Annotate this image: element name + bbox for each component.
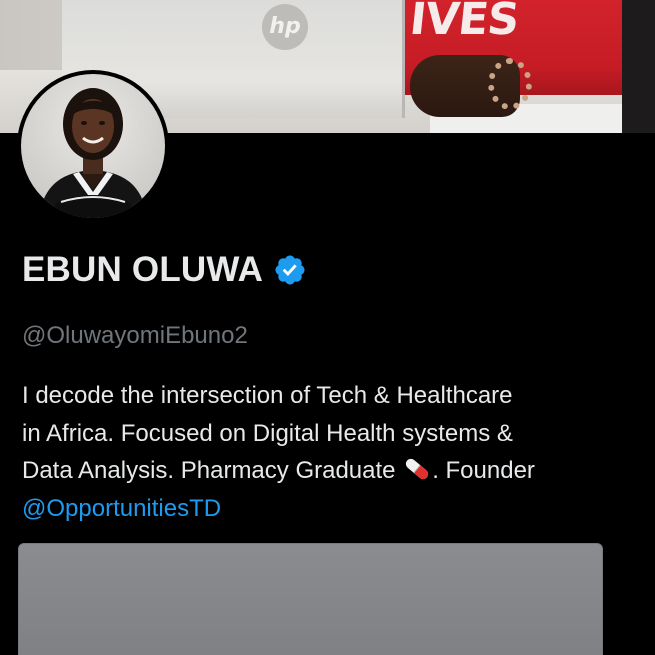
pinned-media-card[interactable] xyxy=(18,543,603,655)
bio-line-1: I decode the intersection of Tech & Heal… xyxy=(22,382,513,409)
display-name: EBUN OLUWA xyxy=(22,250,264,289)
bio-line-2: in Africa. Focused on Digital Health sys… xyxy=(22,419,513,447)
profile-avatar[interactable] xyxy=(17,70,169,222)
verified-badge-icon[interactable] xyxy=(273,253,307,287)
bio-text-after-emoji: . Founder xyxy=(432,457,535,484)
laptop-logo: hp xyxy=(262,4,308,50)
pill-emoji-icon xyxy=(402,456,432,482)
display-name-row: EBUN OLUWA xyxy=(22,250,307,290)
banner-shirt-text: IVES xyxy=(407,0,521,45)
avatar-portrait xyxy=(39,88,147,218)
banner-bracelet xyxy=(488,58,532,110)
banner-chair xyxy=(622,0,655,133)
bio-text-before-emoji: Data Analysis. Pharmacy Graduate xyxy=(22,457,403,484)
avatar-photo xyxy=(21,74,165,218)
bio-line-4: @OpportunitiesTD xyxy=(22,490,642,528)
bio-mention-link[interactable]: @OpportunitiesTD xyxy=(22,495,221,522)
bio-line-3: Data Analysis. Pharmacy Graduate . Found… xyxy=(22,452,642,490)
user-handle: @OluwayomiEbuno2 xyxy=(22,322,248,349)
profile-page: hp IVES EBUN OLUWA @OluwayomiEbuno2 I de… xyxy=(0,0,655,655)
profile-bio: I decode the intersection of Tech & Heal… xyxy=(22,377,642,527)
